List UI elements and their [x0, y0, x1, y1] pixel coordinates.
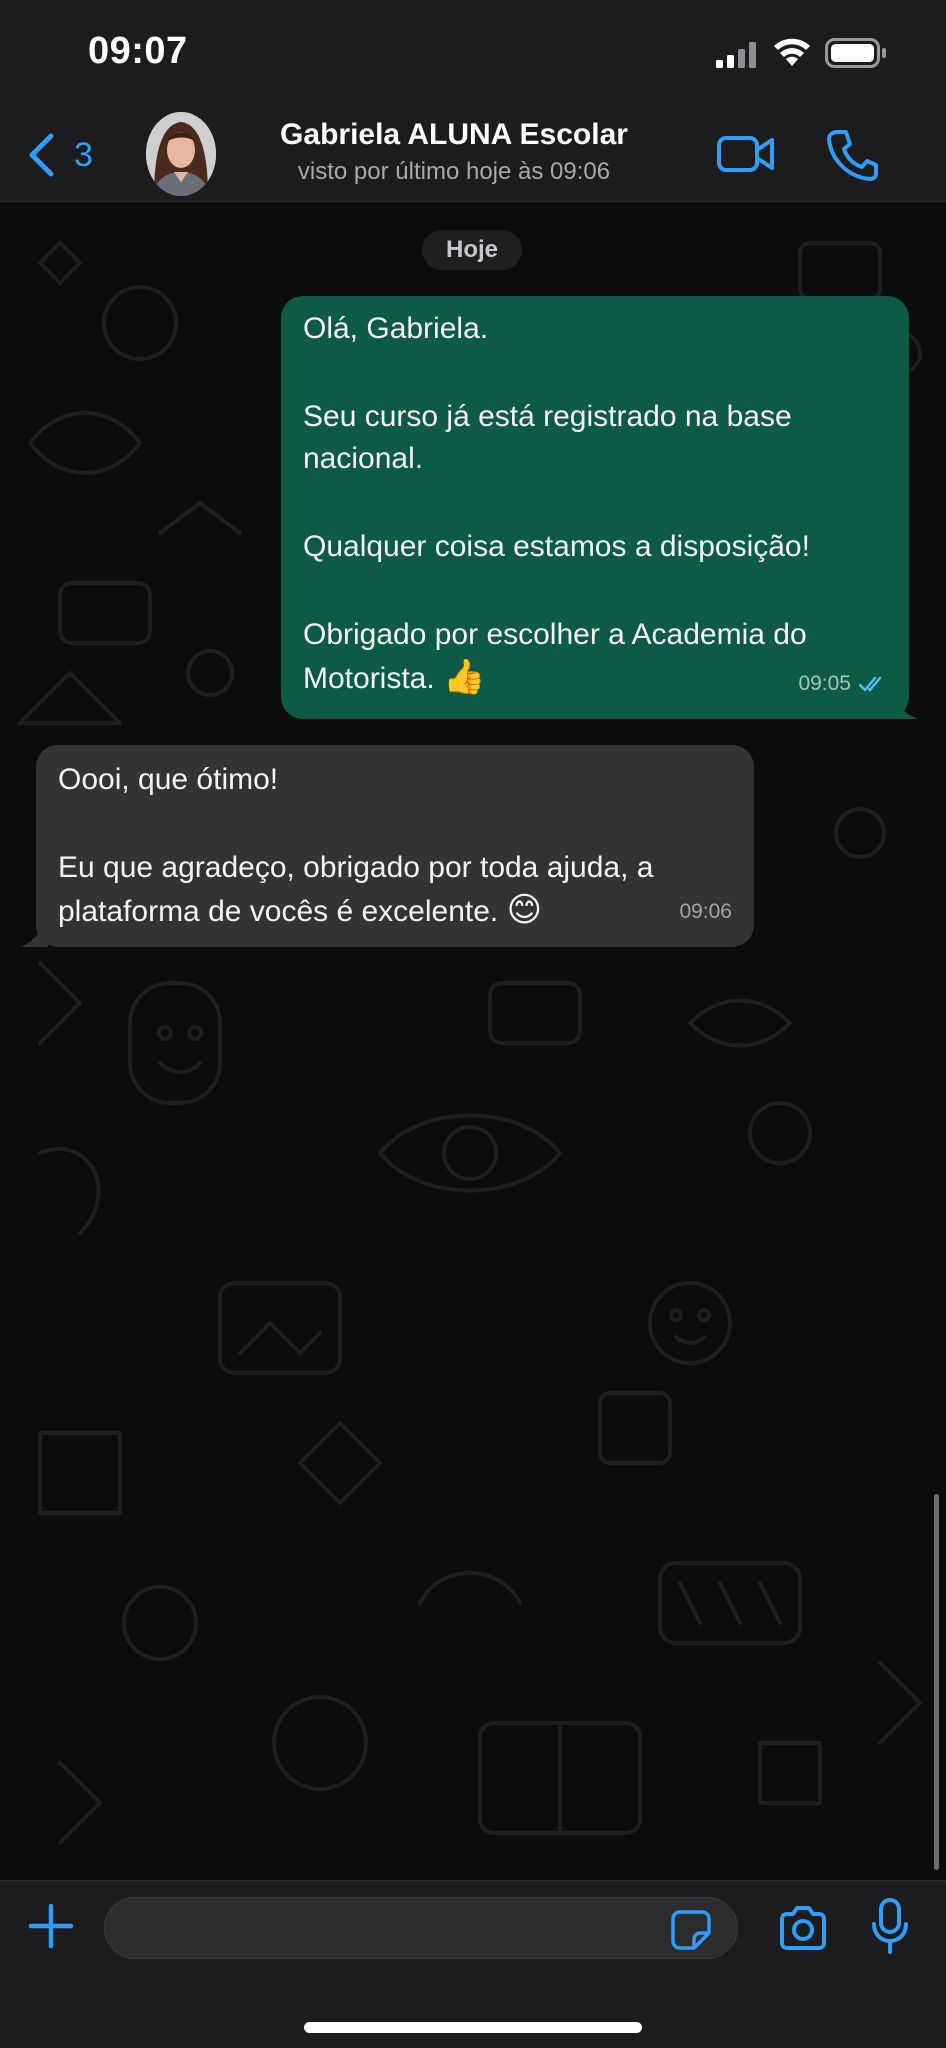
- phone-icon[interactable]: [826, 128, 878, 182]
- sticker-icon[interactable]: [670, 1909, 712, 1951]
- smiling-face-emoji: 😊: [506, 891, 543, 929]
- scroll-indicator[interactable]: [934, 1494, 939, 1870]
- wifi-icon: [774, 38, 810, 66]
- video-camera-icon[interactable]: [716, 132, 776, 176]
- camera-icon[interactable]: [778, 1905, 828, 1951]
- signal-icon: [716, 42, 756, 68]
- chevron-left-icon: [29, 133, 54, 177]
- message-text: Motorista.: [303, 662, 435, 695]
- date-chip: Hoje: [422, 230, 522, 270]
- message-text-line: Oooi, que ótimo!: [58, 763, 279, 796]
- unread-count: 3: [74, 135, 93, 174]
- contact-info[interactable]: Gabriela ALUNA Escolar visto por último …: [244, 118, 664, 186]
- incoming-message-bubble[interactable]: Oooi, que ótimo! Eu que agradeço, obriga…: [36, 745, 754, 947]
- message-text-line: Qualquer coisa estamos a disposição!: [303, 530, 810, 563]
- message-text-line: Olá, Gabriela.: [303, 312, 489, 345]
- message-meta: 09:06: [679, 891, 732, 933]
- message-time: 09:06: [679, 900, 732, 923]
- status-bar: 09:07: [0, 0, 946, 108]
- message-text-line: nacional.: [303, 442, 424, 475]
- input-bar: [0, 1880, 946, 2048]
- back-button[interactable]: 3: [26, 130, 93, 180]
- outgoing-message-bubble[interactable]: Olá, Gabriela. Seu curso já está registr…: [281, 296, 909, 719]
- battery-icon: [825, 38, 886, 68]
- contact-last-seen: visto por último hoje às 09:06: [297, 158, 611, 185]
- message-text-line: Eu que agradeço, obrigado por toda ajuda…: [58, 851, 654, 884]
- avatar[interactable]: [146, 112, 216, 196]
- status-time: 09:07: [88, 30, 188, 72]
- avatar-photo: [146, 112, 216, 196]
- contact-name: Gabriela ALUNA Escolar: [280, 118, 628, 151]
- thumbs-up-emoji: 👍: [443, 658, 486, 696]
- chat-area[interactable]: Hoje Olá, Gabriela. Seu curso já está re…: [0, 203, 946, 1880]
- message-time: 09:05: [798, 672, 851, 695]
- plus-icon[interactable]: [28, 1903, 74, 1949]
- message-meta: 09:05: [798, 663, 887, 705]
- home-indicator[interactable]: [304, 2022, 642, 2033]
- message-text: plataforma de vocês é excelente.: [58, 895, 499, 928]
- message-input[interactable]: [104, 1897, 738, 1959]
- message-text-line: Obrigado por escolher a Academia do: [303, 618, 807, 651]
- message-text-line: Seu curso já está registrado na base: [303, 400, 792, 433]
- chat-header: 3 Gabriela ALUNA Escolar visto por últim…: [0, 108, 946, 202]
- whatsapp-chat-screen: 09:07 3 Gabriela ALUNA Escolar visto por…: [0, 0, 946, 2048]
- message-text-line: plataforma de vocês é excelente. 😊: [58, 889, 732, 933]
- microphone-icon[interactable]: [870, 1897, 910, 1955]
- double-check-icon: [859, 676, 882, 692]
